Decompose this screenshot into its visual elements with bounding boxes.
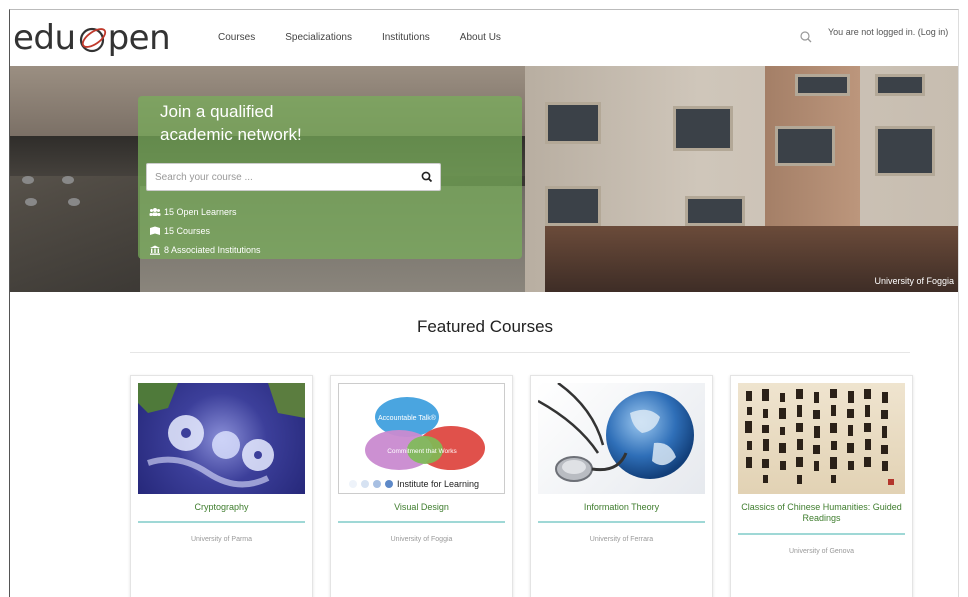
course-institution: University of Genova: [789, 548, 854, 555]
course-card-information-theory[interactable]: Information Theory University of Ferrara: [530, 375, 713, 597]
nav-courses[interactable]: Courses: [218, 32, 255, 43]
institute-for-learning-text: Institute for Learning: [397, 479, 479, 489]
stat-institutions: 8 Associated Institutions: [149, 240, 261, 259]
login-status-link[interactable]: You are not logged in. (Log in): [828, 27, 948, 37]
course-card-visual-design[interactable]: Accountable Talk® Commitment that Works …: [330, 375, 513, 597]
nav-specializations[interactable]: Specializations: [285, 32, 352, 43]
top-header: edu pen Courses Specializations Institut…: [10, 10, 958, 66]
course-search-box: [146, 163, 441, 191]
logo-text-left: edu: [13, 18, 76, 58]
course-title[interactable]: Classics of Chinese Humanities: Guided R…: [731, 502, 912, 524]
course-thumbnail-globe-stethoscope[interactable]: [538, 383, 705, 494]
course-title[interactable]: Cryptography: [131, 502, 312, 513]
nav-institutions[interactable]: Institutions: [382, 32, 430, 43]
hero-banner: University of Foggia Join a qualified ac…: [10, 66, 958, 292]
card-rule: [338, 521, 505, 523]
stat-courses: 15 Courses: [149, 221, 261, 240]
course-title[interactable]: Visual Design: [331, 502, 512, 513]
logo-text-right: pen: [107, 18, 171, 58]
hero-photo-right: [525, 66, 958, 292]
hero-overlay-panel: Join a qualified academic network! Searc…: [138, 96, 522, 259]
course-search-button-icon[interactable]: [420, 170, 434, 184]
logo-o-icon: [77, 20, 107, 56]
featured-courses-heading: Featured Courses: [416, 317, 554, 336]
course-thumbnail-calligraphy[interactable]: [738, 383, 905, 494]
users-icon: [149, 207, 161, 217]
course-thumbnail-speech-bubbles[interactable]: Accountable Talk® Commitment that Works …: [338, 383, 505, 494]
hero-photo-caption: University of Foggia: [874, 276, 954, 286]
book-icon: [149, 226, 161, 236]
bubble-text-commitment: Commitment that Works: [387, 448, 457, 455]
course-thumbnail-hurricanes[interactable]: [138, 383, 305, 494]
card-rule: [738, 533, 905, 535]
card-rule: [538, 521, 705, 523]
nav-about-us[interactable]: About Us: [460, 32, 501, 43]
search-icon[interactable]: [798, 29, 814, 45]
stat-learners: 15 Open Learners: [149, 202, 261, 221]
main-nav: Courses Specializations Institutions Abo…: [218, 32, 531, 43]
card-rule: [138, 521, 305, 523]
course-institution: University of Ferrara: [589, 536, 654, 543]
course-title[interactable]: Information Theory: [531, 502, 712, 513]
course-card-chinese-humanities[interactable]: Classics of Chinese Humanities: Guided R…: [730, 375, 913, 597]
course-card-cryptography[interactable]: Cryptography University of Parma: [130, 375, 313, 597]
course-search-input[interactable]: [147, 164, 412, 190]
institution-icon: [149, 245, 161, 255]
bubble-text-accountable: Accountable Talk®: [378, 414, 437, 422]
course-institution: University of Parma: [190, 536, 253, 543]
hero-headline: Join a qualified academic network!: [160, 102, 302, 144]
section-divider: [130, 352, 910, 353]
site-stats: 15 Open Learners 15 Courses 8 Associated…: [149, 202, 261, 259]
page-frame: edu pen Courses Specializations Institut…: [9, 9, 959, 597]
edupen-logo[interactable]: edu pen: [13, 18, 171, 58]
course-institution: University of Foggia: [390, 536, 453, 543]
